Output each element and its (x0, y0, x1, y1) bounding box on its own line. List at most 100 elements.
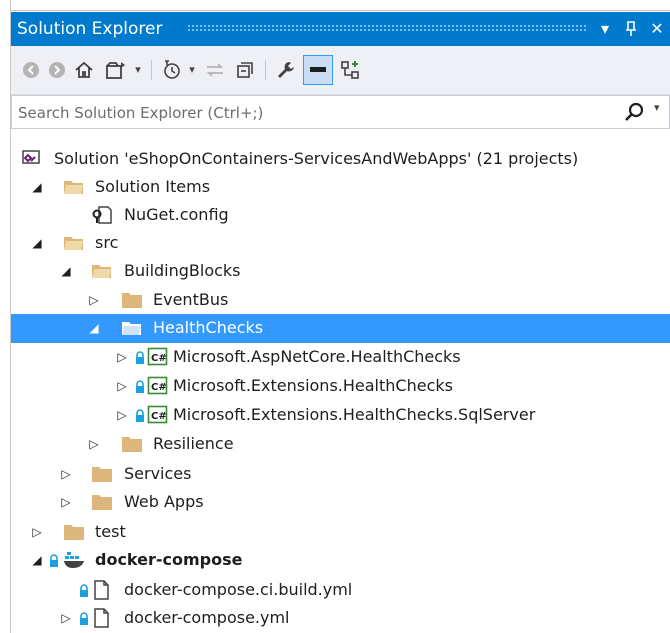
tree-item-src[interactable]: ◢ src (11, 229, 670, 258)
expanded-arrow-icon[interactable]: ◢ (29, 234, 45, 252)
tree-item-docker-compose-yml[interactable]: ▷ docker-compose.yml (11, 604, 670, 633)
tree-item-label: Resilience (153, 434, 234, 453)
config-file-icon (91, 205, 113, 225)
tree-item-docker-compose[interactable]: ◢ docker-compose (11, 546, 670, 575)
tree-item-label: docker-compose.ci.build.yml (124, 580, 353, 599)
collapsed-arrow-icon[interactable]: ▷ (58, 493, 74, 511)
svg-text:C#: C# (151, 411, 167, 422)
tree-item-label: Microsoft.Extensions.HealthChecks.SqlSer… (173, 405, 536, 424)
folder-open-icon (91, 261, 113, 281)
expanded-arrow-icon[interactable]: ◢ (29, 551, 45, 569)
tree-item-test[interactable]: ▷ test (11, 518, 670, 547)
search-box: ▾ (11, 95, 670, 130)
window-position-dropdown-icon[interactable]: ▾ (593, 17, 617, 41)
class-view-icon[interactable] (337, 55, 363, 85)
lock-icon (135, 350, 145, 364)
docker-icon (63, 550, 85, 570)
folder-open-icon (63, 233, 85, 253)
collapsed-arrow-icon[interactable]: ▷ (86, 435, 102, 453)
tree-item-label: docker-compose.yml (124, 608, 290, 627)
toolbar-separator (151, 60, 152, 80)
forward-icon[interactable] (45, 55, 69, 85)
back-icon[interactable] (19, 55, 43, 85)
folder-icon (121, 434, 143, 454)
folder-icon (121, 290, 143, 310)
collapsed-arrow-icon[interactable]: ▷ (114, 377, 130, 395)
tree-item-label: test (95, 522, 126, 541)
tree-item-eventbus[interactable]: ▷ EventBus (11, 286, 670, 315)
tree-item-label: Solution Items (95, 177, 211, 196)
tree-item-services[interactable]: ▷ Services (11, 460, 670, 489)
lock-icon (79, 583, 89, 597)
tree-item-label: NuGet.config (124, 205, 229, 224)
expanded-arrow-icon[interactable]: ◢ (58, 262, 74, 280)
pending-changes-dropdown-icon[interactable]: ▾ (186, 55, 198, 85)
solution-icon (21, 149, 43, 169)
pending-changes-filter-icon[interactable] (159, 55, 185, 85)
switch-views-icon[interactable] (101, 55, 131, 85)
search-input[interactable] (12, 96, 620, 130)
tree-item-extensions-healthchecks-sqlserver[interactable]: ▷ C# Microsoft.Extensions.HealthChecks.S… (11, 401, 670, 430)
drag-grip[interactable] (187, 24, 587, 32)
tree-item-label: Web Apps (124, 492, 204, 511)
tree-item-extensions-healthchecks[interactable]: ▷ C# Microsoft.Extensions.HealthChecks (11, 372, 670, 401)
expanded-arrow-icon[interactable]: ◢ (29, 178, 45, 196)
collapsed-arrow-icon[interactable]: ▷ (114, 406, 130, 424)
expanded-arrow-icon[interactable]: ◢ (86, 319, 102, 337)
tree-item-web-apps[interactable]: ▷ Web Apps (11, 488, 670, 517)
collapse-all-icon[interactable] (233, 55, 257, 85)
preview-selected-items-icon[interactable] (303, 55, 333, 85)
tree-item-nuget-config[interactable]: NuGet.config (11, 201, 670, 230)
close-icon[interactable]: ✕ (645, 17, 669, 41)
collapsed-arrow-icon[interactable]: ▷ (29, 523, 45, 541)
solution-explorer-window: Solution Explorer ▾ ✕ ▾ ▾ Search Solutio… (0, 0, 670, 633)
folder-icon (91, 464, 113, 484)
collapsed-arrow-icon[interactable]: ▷ (58, 609, 74, 627)
search-options-dropdown-icon[interactable]: ▾ (654, 101, 660, 114)
tree-item-label: BuildingBlocks (124, 261, 241, 280)
svg-text:C#: C# (151, 353, 167, 364)
tree-item-label: docker-compose (95, 550, 243, 569)
window-title: Solution Explorer (17, 19, 163, 39)
lock-icon (79, 611, 89, 625)
lock-icon (49, 553, 59, 567)
tree-item-label: HealthChecks (153, 318, 264, 337)
tree-item-docker-compose-ci-build-yml[interactable]: docker-compose.ci.build.yml (11, 576, 670, 605)
folder-icon (63, 522, 85, 542)
tree-item-label: src (95, 233, 119, 252)
properties-wrench-icon[interactable] (273, 55, 299, 85)
csharp-project-icon: C# (147, 347, 169, 367)
collapsed-arrow-icon[interactable]: ▷ (114, 348, 130, 366)
frame-left-edge (0, 0, 11, 633)
tree-item-label: Solution 'eShopOnContainers-ServicesAndW… (54, 149, 579, 168)
tree-item-solution-items[interactable]: ◢ Solution Items (11, 173, 670, 202)
tree-item-healthchecks[interactable]: ◢ HealthChecks (11, 314, 670, 343)
folder-open-icon (63, 177, 85, 197)
toolbar-separator (265, 60, 266, 80)
title-bar[interactable]: Solution Explorer ▾ ✕ (11, 12, 670, 46)
collapsed-arrow-icon[interactable]: ▷ (58, 465, 74, 483)
home-icon[interactable] (71, 55, 97, 85)
tree-item-solution[interactable]: Solution 'eShopOnContainers-ServicesAndW… (11, 145, 670, 174)
switch-views-dropdown-icon[interactable]: ▾ (132, 55, 144, 85)
lock-icon (135, 408, 145, 422)
lock-icon (135, 379, 145, 393)
tree-item-buildingblocks[interactable]: ◢ BuildingBlocks (11, 257, 670, 286)
csharp-project-icon: C# (147, 405, 169, 425)
frame-top-edge (0, 0, 670, 11)
tree-item-label: Microsoft.Extensions.HealthChecks (173, 376, 453, 395)
tree-item-label: Services (124, 464, 192, 483)
folder-open-icon (121, 318, 143, 338)
file-icon (91, 580, 113, 600)
auto-hide-pin-icon[interactable] (619, 17, 643, 41)
search-icon[interactable] (622, 99, 648, 125)
tree-item-label: Microsoft.AspNetCore.HealthChecks (173, 347, 461, 366)
collapsed-arrow-icon[interactable]: ▷ (86, 291, 102, 309)
file-icon (91, 608, 113, 628)
csharp-project-icon: C# (147, 376, 169, 396)
tree-item-aspnetcore-healthchecks[interactable]: ▷ C# Microsoft.AspNetCore.HealthChecks (11, 343, 670, 372)
toolbar: ▾ ▾ (11, 46, 670, 95)
sync-with-active-document-icon[interactable] (203, 55, 227, 85)
folder-icon (91, 492, 113, 512)
tree-item-resilience[interactable]: ▷ Resilience (11, 430, 670, 459)
